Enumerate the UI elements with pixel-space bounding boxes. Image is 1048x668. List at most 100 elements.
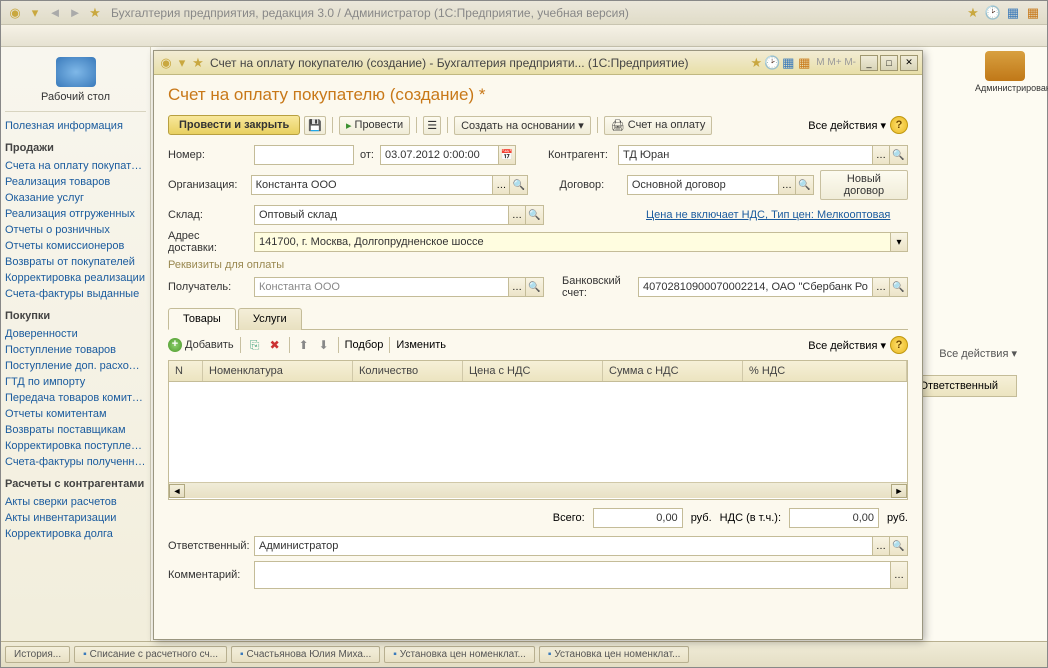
- nav-link[interactable]: Счета-фактуры выданные: [5, 286, 146, 302]
- search-icon[interactable]: 🔍: [890, 145, 908, 165]
- move-up-icon[interactable]: ⬆: [296, 337, 312, 353]
- taskbar-item[interactable]: ▪Установка цен номенклат...: [384, 646, 535, 663]
- select-button[interactable]: …: [778, 175, 796, 195]
- calendar-icon[interactable]: 📅: [498, 145, 516, 165]
- nav-fwd-icon[interactable]: ►: [67, 5, 83, 21]
- nav-link[interactable]: Акты сверки расчетов: [5, 494, 146, 510]
- add-row-button[interactable]: +Добавить: [168, 338, 234, 352]
- taskbar-item[interactable]: ▪Счастьянова Юлия Миха...: [231, 646, 380, 663]
- select-button[interactable]: …: [872, 277, 890, 297]
- calendar-icon[interactable]: ▦: [796, 55, 812, 71]
- search-icon[interactable]: 🔍: [526, 277, 544, 297]
- select-button[interactable]: …: [872, 536, 890, 556]
- maximize-button[interactable]: □: [880, 55, 898, 71]
- select-button[interactable]: …: [872, 145, 890, 165]
- select-button[interactable]: …: [508, 205, 526, 225]
- minimize-button[interactable]: _: [860, 55, 878, 71]
- structure-button[interactable]: ☰: [423, 116, 441, 135]
- admin-button[interactable]: Администрирование: [975, 51, 1035, 93]
- nav-link[interactable]: ГТД по импорту: [5, 374, 146, 390]
- help-button[interactable]: ?: [890, 336, 908, 354]
- move-down-icon[interactable]: ⬇: [316, 337, 332, 353]
- nav-link[interactable]: Отчеты комитентам: [5, 406, 146, 422]
- scroll-right-icon[interactable]: ►: [891, 484, 907, 498]
- nav-link[interactable]: Передача товаров комитенту: [5, 390, 146, 406]
- delete-icon[interactable]: ✖: [267, 337, 283, 353]
- col-vat-pct[interactable]: % НДС: [743, 361, 907, 381]
- dropdown-icon[interactable]: ▾: [27, 5, 43, 21]
- new-contract-button[interactable]: Новый договор: [820, 170, 908, 200]
- nav-link[interactable]: Корректировка реализации: [5, 270, 146, 286]
- price-type-link[interactable]: Цена не включает НДС, Тип цен: Мелкоопто…: [646, 209, 890, 221]
- goods-grid[interactable]: N Номенклатура Количество Цена с НДС Сум…: [168, 360, 908, 500]
- contract-input[interactable]: [627, 175, 778, 195]
- calendar-icon[interactable]: ▦: [1025, 5, 1041, 21]
- select-button[interactable]: …: [508, 277, 526, 297]
- nav-link[interactable]: Поступление товаров: [5, 342, 146, 358]
- delivery-input[interactable]: [254, 232, 890, 252]
- col-nomenclature[interactable]: Номенклатура: [203, 361, 353, 381]
- select-button[interactable]: …: [492, 175, 510, 195]
- print-button[interactable]: 🖨Счет на оплату: [604, 116, 713, 135]
- calc-icon[interactable]: ▦: [1005, 5, 1021, 21]
- back-all-actions[interactable]: Все действия ▾: [939, 347, 1017, 360]
- tab-goods[interactable]: Товары: [168, 308, 236, 330]
- dropdown-icon[interactable]: ▾: [174, 55, 190, 71]
- date-input[interactable]: [380, 145, 498, 165]
- col-qty[interactable]: Количество: [353, 361, 463, 381]
- tab-services[interactable]: Услуги: [238, 308, 302, 330]
- fav-icon[interactable]: ★: [748, 55, 764, 71]
- responsible-input[interactable]: [254, 536, 872, 556]
- recipient-input[interactable]: [254, 277, 508, 297]
- select-button[interactable]: …: [890, 561, 908, 589]
- nav-link[interactable]: Возвраты поставщикам: [5, 422, 146, 438]
- grid-body[interactable]: [169, 382, 907, 482]
- nav-link[interactable]: Отчеты комиссионеров: [5, 238, 146, 254]
- post-and-close-button[interactable]: Провести и закрыть: [168, 115, 300, 135]
- nav-link[interactable]: Корректировка поступления: [5, 438, 146, 454]
- nav-link[interactable]: Счета-фактуры полученные: [5, 454, 146, 470]
- nav-link[interactable]: Оказание услуг: [5, 190, 146, 206]
- useful-info-link[interactable]: Полезная информация: [5, 118, 146, 134]
- nav-link[interactable]: Отчеты о розничных: [5, 222, 146, 238]
- history-icon[interactable]: 🕑: [985, 5, 1001, 21]
- all-actions-button[interactable]: Все действия ▾: [808, 119, 886, 132]
- nav-link[interactable]: Акты инвентаризации: [5, 510, 146, 526]
- search-icon[interactable]: 🔍: [526, 205, 544, 225]
- contractor-input[interactable]: [618, 145, 872, 165]
- save-button[interactable]: 💾: [304, 116, 326, 135]
- history-button[interactable]: История...: [5, 646, 70, 663]
- search-icon[interactable]: 🔍: [890, 536, 908, 556]
- desktop-button[interactable]: Рабочий стол: [5, 53, 146, 112]
- post-button[interactable]: ▸Провести: [339, 116, 410, 135]
- star-icon[interactable]: ★: [87, 5, 103, 21]
- change-button[interactable]: Изменить: [396, 339, 446, 351]
- taskbar-item[interactable]: ▪Списание с расчетного сч...: [74, 646, 227, 663]
- search-icon[interactable]: 🔍: [796, 175, 814, 195]
- nav-link[interactable]: Поступление доп. расходов: [5, 358, 146, 374]
- col-n[interactable]: N: [169, 361, 203, 381]
- grid-all-actions[interactable]: Все действия ▾: [808, 339, 886, 352]
- dropdown-icon[interactable]: ▾: [890, 232, 908, 252]
- nav-link[interactable]: Доверенности: [5, 326, 146, 342]
- history-icon[interactable]: 🕑: [764, 55, 780, 71]
- close-button[interactable]: ✕: [900, 55, 918, 71]
- create-based-button[interactable]: Создать на основании ▾: [454, 116, 591, 135]
- nav-link[interactable]: Возвраты от покупателей: [5, 254, 146, 270]
- nav-back-icon[interactable]: ◄: [47, 5, 63, 21]
- calc-icon[interactable]: ▦: [780, 55, 796, 71]
- selection-button[interactable]: Подбор: [345, 339, 384, 351]
- col-price-vat[interactable]: Цена с НДС: [463, 361, 603, 381]
- star-icon[interactable]: ★: [190, 55, 206, 71]
- nav-link[interactable]: Реализация отгруженных: [5, 206, 146, 222]
- taskbar-item[interactable]: ▪Установка цен номенклат...: [539, 646, 690, 663]
- help-button[interactable]: ?: [890, 116, 908, 134]
- nav-link[interactable]: Корректировка долга: [5, 526, 146, 542]
- search-icon[interactable]: 🔍: [890, 277, 908, 297]
- search-icon[interactable]: 🔍: [510, 175, 528, 195]
- scroll-left-icon[interactable]: ◄: [169, 484, 185, 498]
- fav-icon[interactable]: ★: [965, 5, 981, 21]
- number-input[interactable]: [254, 145, 354, 165]
- col-sum-vat[interactable]: Сумма с НДС: [603, 361, 743, 381]
- nav-link[interactable]: Счета на оплату покупателям: [5, 158, 146, 174]
